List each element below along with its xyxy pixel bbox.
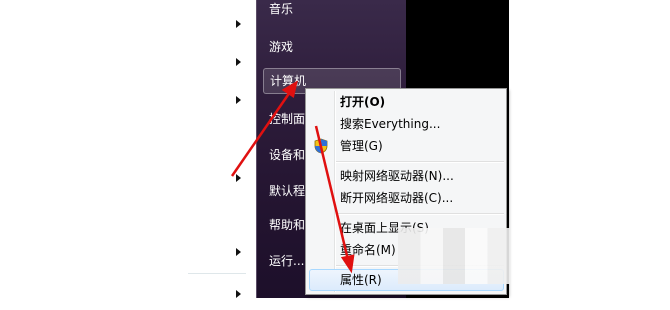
- red-arrow-icon: [314, 125, 355, 274]
- red-arrow-icon: [230, 80, 298, 177]
- annotation-arrows: [230, 80, 355, 274]
